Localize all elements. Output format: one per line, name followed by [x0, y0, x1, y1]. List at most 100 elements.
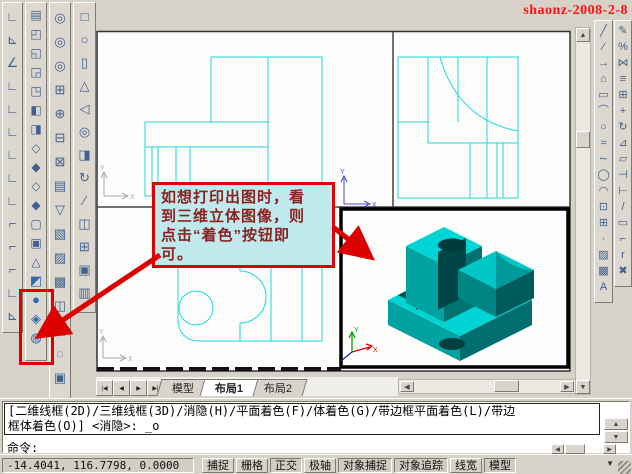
object-ucs-icon[interactable]: ∟ — [4, 97, 21, 120]
move-faces-icon[interactable]: ⊕ — [52, 101, 69, 125]
shell-icon[interactable]: ▣ — [52, 365, 69, 389]
taper-faces-icon[interactable]: ▽ — [52, 197, 69, 221]
interfere-icon[interactable]: ⊞ — [76, 235, 93, 258]
stretch-icon[interactable]: ▱ — [615, 151, 632, 167]
camera-view-icon[interactable]: ▢ — [28, 214, 45, 233]
back-view-icon[interactable]: ◨ — [28, 119, 45, 138]
ellipse-icon[interactable]: ◯ — [595, 167, 612, 183]
command-hscroll-thumb[interactable] — [565, 444, 585, 454]
arc-icon[interactable]: ⌒ — [595, 103, 612, 119]
setup-drawing-icon[interactable]: ▣ — [76, 258, 93, 281]
circle-icon[interactable]: ○ — [595, 119, 612, 135]
toggle-grid[interactable]: 栅格 — [236, 458, 268, 473]
color-faces-icon[interactable]: ▨ — [52, 245, 69, 269]
command-scroll-right-button[interactable]: ▶ — [603, 444, 616, 454]
toggle-lineweight[interactable]: 线宽 — [450, 458, 482, 473]
view-ucs-icon[interactable]: ∟ — [4, 120, 21, 143]
toggle-otrack[interactable]: 对象追踪 — [394, 458, 448, 473]
tab-nav-button-2[interactable]: ▶ — [130, 380, 147, 396]
3-point-ucs-icon[interactable]: ∟ — [4, 189, 21, 212]
make-block-icon[interactable]: ⊞ — [595, 215, 612, 231]
ellipse-arc-icon[interactable]: ◠ — [595, 183, 612, 199]
chamfer-icon[interactable]: ▭ — [615, 215, 632, 231]
scroll-left-button[interactable]: ◀ — [400, 381, 414, 392]
toggle-model-space[interactable]: 模型 — [484, 458, 516, 473]
break-icon[interactable]: / — [615, 199, 632, 215]
offset-faces-icon[interactable]: ⊟ — [52, 125, 69, 149]
left-view-icon[interactable]: ◲ — [28, 62, 45, 81]
z-axis-vector-ucs-icon[interactable]: ∟ — [4, 166, 21, 189]
copy-icon[interactable]: % — [615, 39, 632, 55]
erase-icon[interactable]: ✎ — [615, 23, 632, 39]
right-view-icon[interactable]: ◳ — [28, 81, 45, 100]
offset-icon[interactable]: ≡ — [615, 71, 632, 87]
front-view-icon[interactable]: ◧ — [28, 100, 45, 119]
face-ucs-icon[interactable]: ∟ — [4, 74, 21, 97]
subtract-icon[interactable]: ◎ — [52, 29, 69, 53]
resize-grip[interactable] — [618, 461, 631, 474]
wireframe-cube-icon[interactable]: △ — [28, 252, 45, 271]
imprint-icon[interactable]: ◫ — [52, 293, 69, 317]
multiline-text-icon[interactable]: A — [595, 279, 612, 295]
copy-edges-icon[interactable]: ▩ — [52, 269, 69, 293]
bottom-view-icon[interactable]: ◱ — [28, 43, 45, 62]
insert-block-icon[interactable]: ⊡ — [595, 199, 612, 215]
status-menu-arrow-icon[interactable]: ▼ — [606, 459, 614, 468]
sw-isometric-view-icon[interactable]: ◇ — [28, 138, 45, 157]
revolve-icon[interactable]: ↻ — [76, 166, 93, 189]
polygon-icon[interactable]: ⌂ — [595, 71, 612, 87]
intersect-icon[interactable]: ◎ — [52, 53, 69, 77]
section-icon[interactable]: ◫ — [76, 212, 93, 235]
separate-icon[interactable]: ◌ — [52, 341, 69, 365]
command-scroll-up-button[interactable]: ▲ — [604, 418, 628, 430]
copy-faces-icon[interactable]: ▧ — [52, 221, 69, 245]
revision-cloud-icon[interactable]: ≈ — [595, 135, 612, 151]
extend-icon[interactable]: ⊢ — [615, 183, 632, 199]
mirror-icon[interactable]: ⋈ — [615, 55, 632, 71]
vertical-scrollbar[interactable]: ▲ ▼ — [575, 27, 591, 395]
setup-view-icon[interactable]: ▥ — [76, 281, 93, 304]
toggle-ortho[interactable]: 正交 — [270, 458, 302, 473]
union-icon[interactable]: ◎ — [52, 5, 69, 29]
torus-icon[interactable]: ◎ — [76, 120, 93, 143]
line-icon[interactable]: ╱ — [595, 23, 612, 39]
z-rotate-ucs-icon[interactable]: ⌐ — [4, 258, 21, 281]
extrude-faces-icon[interactable]: ⊞ — [52, 77, 69, 101]
command-text-area[interactable]: [二维线框(2D)/三维线框(3D)/消隐(H)/平面着色(F)/体着色(G)/… — [2, 401, 630, 453]
tab-layout1[interactable]: 布局1 — [200, 379, 259, 396]
rectangle-icon[interactable]: ▭ — [595, 87, 612, 103]
box-icon[interactable]: □ — [76, 5, 93, 28]
origin-ucs-icon[interactable]: ∟ — [4, 143, 21, 166]
fillet-radius-icon[interactable]: r — [615, 247, 632, 263]
cylinder-icon[interactable]: ▯ — [76, 51, 93, 74]
trim-icon[interactable]: ⊣ — [615, 167, 632, 183]
command-scroll-left-button[interactable]: ◀ — [551, 444, 564, 454]
previous-ucs-icon[interactable]: ∠ — [4, 51, 21, 74]
se-isometric-view-icon[interactable]: ◆ — [28, 157, 45, 176]
cone-icon[interactable]: △ — [76, 74, 93, 97]
tab-nav-button-0[interactable]: |◀ — [96, 380, 113, 396]
toggle-osnap[interactable]: 对象捕捉 — [338, 458, 392, 473]
scroll-down-button[interactable]: ▼ — [576, 380, 590, 394]
x-rotate-ucs-icon[interactable]: ⌐ — [4, 212, 21, 235]
move-icon[interactable]: + — [615, 103, 632, 119]
named-views-icon[interactable]: ▤ — [28, 5, 45, 24]
toggle-snap[interactable]: 捕捉 — [202, 458, 234, 473]
rotate-icon[interactable]: ↻ — [615, 119, 632, 135]
delete-faces-icon[interactable]: ⊠ — [52, 149, 69, 173]
vertical-scroll-thumb[interactable] — [576, 131, 590, 148]
sphere-icon[interactable]: ○ — [76, 28, 93, 51]
explode-icon[interactable]: ✖ — [615, 263, 632, 279]
top-view-icon[interactable]: ◰ — [28, 24, 45, 43]
horizontal-scrollbar[interactable]: ◀ ▶ — [398, 379, 576, 394]
point-icon[interactable]: · — [595, 231, 612, 247]
y-rotate-ucs-icon[interactable]: ⌐ — [4, 235, 21, 258]
flat-shaded-icon[interactable]: ◩ — [28, 271, 45, 290]
nw-isometric-view-icon[interactable]: ◆ — [28, 195, 45, 214]
array-icon[interactable]: ⊞ — [615, 87, 632, 103]
region-icon[interactable]: ▩ — [595, 263, 612, 279]
scale-icon[interactable]: ⊿ — [615, 135, 632, 151]
world-ucs-icon[interactable]: ⊾ — [4, 28, 21, 51]
horizontal-scroll-thumb[interactable] — [494, 380, 519, 392]
ucs-icon[interactable]: ∟ — [4, 5, 21, 28]
